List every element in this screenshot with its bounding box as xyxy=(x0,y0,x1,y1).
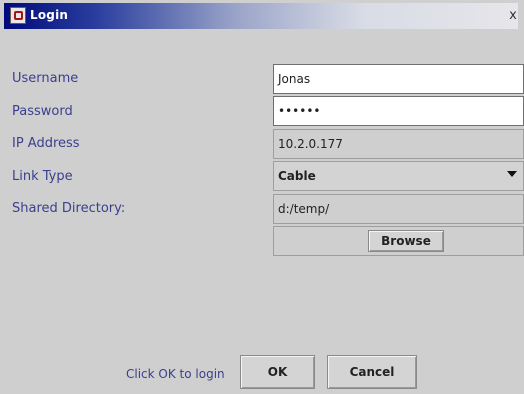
cancel-button[interactable]: Cancel xyxy=(327,355,417,389)
browse-row: Browse xyxy=(273,226,524,256)
shared-directory-field[interactable]: d:/temp/ xyxy=(273,194,524,224)
login-hint: Click OK to login xyxy=(126,367,225,381)
chevron-down-icon[interactable] xyxy=(507,171,517,177)
title-bar[interactable]: Login x xyxy=(4,3,518,29)
close-button[interactable]: x xyxy=(506,7,520,25)
password-field[interactable]: •••••• xyxy=(273,96,524,126)
ip-address-label: IP Address xyxy=(12,136,80,151)
login-window: Login x Username Jonas Password •••••• I… xyxy=(0,0,524,394)
link-type-label: Link Type xyxy=(12,169,73,184)
link-type-value: Cable xyxy=(278,169,316,183)
browse-button[interactable]: Browse xyxy=(368,230,444,252)
shared-directory-label: Shared Directory: xyxy=(12,201,126,216)
password-label: Password xyxy=(12,104,73,119)
app-icon xyxy=(10,7,26,24)
window-title: Login xyxy=(30,8,69,22)
username-label: Username xyxy=(12,71,79,86)
username-field[interactable]: Jonas xyxy=(273,64,524,94)
ip-address-field[interactable]: 10.2.0.177 xyxy=(273,129,524,159)
link-type-select[interactable]: Cable xyxy=(273,161,524,191)
ok-button[interactable]: OK xyxy=(240,355,315,389)
